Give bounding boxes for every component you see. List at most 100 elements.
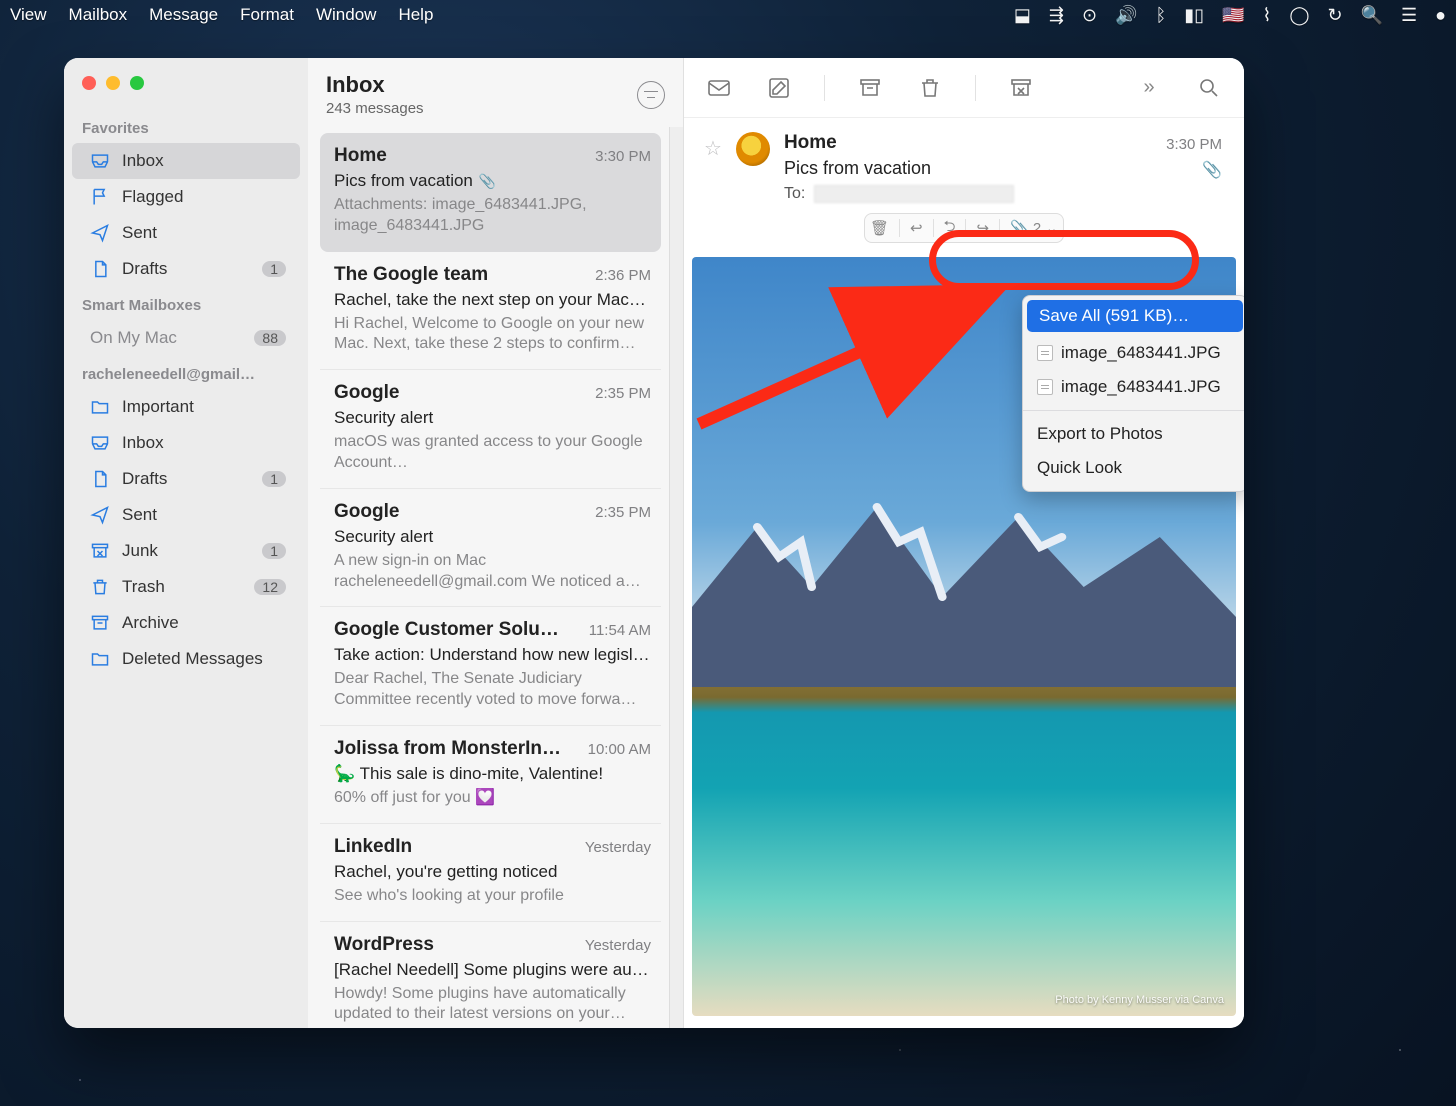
zoom-icon[interactable] (130, 76, 144, 90)
message-from: Google Customer Soluti… (334, 619, 564, 641)
star-icon[interactable]: ☆ (704, 136, 722, 161)
sidebar-item-inbox[interactable]: Inbox (72, 143, 300, 179)
message-row[interactable]: Home3:30 PMPics from vacation📎Attachment… (320, 133, 661, 252)
control-center-icon[interactable]: ☰ (1401, 5, 1417, 26)
play-icon[interactable]: ⊙ (1082, 5, 1097, 26)
sidebar-item-archive[interactable]: Archive (72, 605, 300, 641)
avatar[interactable] (736, 132, 770, 166)
envelope-icon[interactable] (704, 75, 734, 101)
message-row[interactable]: Google Customer Soluti…11:54 AMTake acti… (320, 607, 661, 726)
message-preview: Hi Rachel, Welcome to Google on your new… (334, 314, 651, 356)
message-time: Yesterday (585, 937, 651, 954)
minimize-icon[interactable] (106, 76, 120, 90)
compose-icon[interactable] (764, 75, 794, 101)
sidebar-item-trash[interactable]: Trash12 (72, 569, 300, 605)
folder-icon (90, 397, 110, 417)
sidebar-item-important[interactable]: Important (72, 389, 300, 425)
close-icon[interactable] (82, 76, 96, 90)
message-from: LinkedIn (334, 836, 412, 858)
message-row[interactable]: The Google team2:36 PMRachel, take the n… (320, 252, 661, 371)
message-list[interactable]: Home3:30 PMPics from vacation📎Attachment… (308, 127, 669, 1028)
message-row[interactable]: LinkedInYesterdayRachel, you're getting … (320, 824, 661, 922)
dropdown-file[interactable]: image_6483441.JPG (1023, 336, 1244, 370)
dropdown-export[interactable]: Export to Photos (1023, 417, 1244, 451)
app-icon[interactable]: ⇶ (1049, 5, 1064, 26)
sidebar-item-label: Drafts (122, 469, 250, 489)
more-icon[interactable]: » (1134, 75, 1164, 101)
message-row[interactable]: Google2:35 PMSecurity alertA new sign-in… (320, 489, 661, 608)
sidebar-item-label: Trash (122, 577, 242, 597)
sidebar-item-label: Inbox (122, 151, 286, 171)
timemachine-icon[interactable]: ↻ (1327, 5, 1342, 26)
menu-format[interactable]: Format (240, 5, 294, 25)
file-icon (1037, 345, 1053, 361)
message-time: Yesterday (585, 839, 651, 856)
callout-oval (929, 230, 1199, 290)
sidebar: Favorites InboxFlaggedSentDrafts1 Smart … (64, 58, 308, 1028)
trash-icon[interactable] (915, 75, 945, 101)
message-subject: Security alert (334, 527, 651, 547)
message-time: 2:35 PM (595, 504, 651, 521)
window-controls[interactable] (64, 76, 308, 110)
dropdown-quicklook[interactable]: Quick Look (1023, 451, 1244, 485)
menu-view[interactable]: View (10, 5, 47, 25)
list-subtitle: 243 messages (326, 100, 424, 117)
junk-icon[interactable] (1006, 75, 1036, 101)
message-preview: See who's looking at your profile (334, 886, 651, 907)
sidebar-item-sent[interactable]: Sent (72, 497, 300, 533)
dropdown-file[interactable]: image_6483441.JPG (1023, 370, 1244, 404)
sidebar-item-inbox[interactable]: Inbox (72, 425, 300, 461)
reply-icon[interactable]: ↩ (910, 219, 923, 237)
sidebar-item-flagged[interactable]: Flagged (72, 179, 300, 215)
menu-window[interactable]: Window (316, 5, 376, 25)
sidebar-item-label: Deleted Messages (122, 649, 286, 669)
dropbox-icon[interactable]: ⬓ (1014, 5, 1031, 26)
archive-icon[interactable] (855, 75, 885, 101)
filter-button[interactable] (637, 81, 665, 109)
sent-icon (90, 505, 110, 525)
sidebar-item-label: Drafts (122, 259, 250, 279)
user-icon[interactable]: ◯ (1289, 5, 1309, 26)
battery-icon[interactable]: ▮▯ (1184, 5, 1204, 26)
sidebar-badge: 1 (262, 261, 286, 277)
sidebar-section-account[interactable]: racheleneedell@gmail.... (64, 356, 274, 389)
menubar[interactable]: View Mailbox Message Format Window Help … (0, 0, 1456, 30)
message-time: 2:35 PM (595, 385, 651, 402)
menu-mailbox[interactable]: Mailbox (69, 5, 128, 25)
message-preview: Attachments: image_6483441.JPG, image_64… (334, 195, 651, 237)
bluetooth-icon[interactable]: ᛒ (1155, 5, 1166, 26)
volume-icon[interactable]: 🔊 (1115, 5, 1137, 26)
sidebar-item-sent[interactable]: Sent (72, 215, 300, 251)
sidebar-item-drafts[interactable]: Drafts 1 (72, 251, 300, 287)
doc-icon (90, 469, 110, 489)
flag-us-icon[interactable]: 🇺🇸 (1222, 5, 1244, 26)
sidebar-item-deleted-messages[interactable]: Deleted Messages (72, 641, 300, 677)
dropdown-save-all[interactable]: Save All (591 KB)… (1027, 300, 1243, 332)
sidebar-item-label: Flagged (122, 187, 286, 207)
attachment-dropdown[interactable]: Save All (591 KB)… image_6483441.JPG ima… (1022, 295, 1244, 492)
message-row[interactable]: Jolissa from MonsterInsi…10:00 AM🦕 This … (320, 726, 661, 824)
mail-window: Favorites InboxFlaggedSentDrafts1 Smart … (64, 58, 1244, 1028)
file-icon (1037, 379, 1053, 395)
inbox-icon (90, 151, 110, 171)
message-time: 3:30 PM (595, 148, 651, 165)
recipient-redacted (814, 185, 1014, 203)
wifi-icon[interactable]: ⌇ (1263, 5, 1272, 26)
message-row[interactable]: Google2:35 PMSecurity alertmacOS was gra… (320, 370, 661, 489)
search-icon[interactable] (1194, 75, 1224, 101)
callout-arrow (689, 264, 1029, 464)
delete-icon[interactable]: 🗑 (870, 219, 889, 237)
message-time: 10:00 AM (588, 741, 651, 758)
message-list-column: Inbox 243 messages Home3:30 PMPics from … (308, 58, 684, 1028)
siri-icon[interactable]: ● (1435, 5, 1446, 26)
junk-icon (90, 541, 110, 561)
menu-help[interactable]: Help (398, 5, 433, 25)
sidebar-item-onmymac[interactable]: On My Mac 88 (72, 320, 300, 356)
message-row[interactable]: WordPressYesterday[Rachel Needell] Some … (320, 922, 661, 1028)
spotlight-icon[interactable]: 🔍 (1361, 5, 1383, 26)
sidebar-item-drafts[interactable]: Drafts1 (72, 461, 300, 497)
sidebar-item-junk[interactable]: Junk1 (72, 533, 300, 569)
menu-message[interactable]: Message (149, 5, 218, 25)
scrollbar[interactable] (669, 127, 683, 1028)
sidebar-item-label: Important (122, 397, 286, 417)
